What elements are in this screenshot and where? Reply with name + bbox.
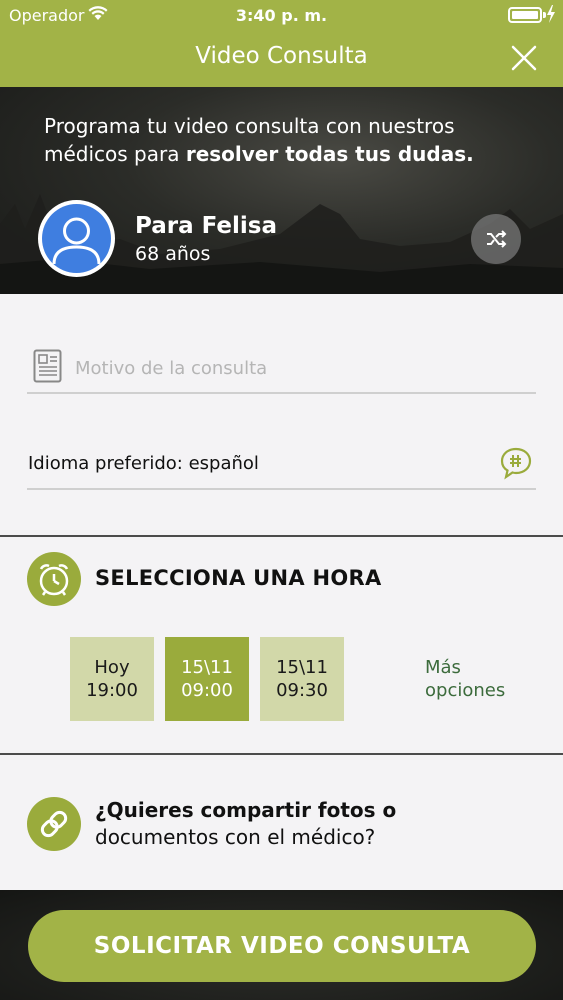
share-documents-section[interactable]: ¿Quieres compartir fotos o documentos co…: [0, 755, 563, 890]
time-slot-3[interactable]: 15\11 09:30: [260, 637, 344, 721]
language-icon[interactable]: [499, 446, 533, 480]
time-slot-day: 15\11: [181, 657, 233, 678]
time-slot-day: 15\11: [276, 657, 328, 678]
share-question-bold: ¿Quieres compartir fotos o: [95, 798, 397, 822]
bottom-bar: SOLICITAR VIDEO CONSULTA: [0, 890, 563, 1000]
time-slot-2[interactable]: 15\11 09:00: [165, 637, 249, 721]
time-selection-section: SELECCIONA UNA HORA Hoy 19:00 15\11 09:0…: [0, 537, 563, 754]
preferred-language-label[interactable]: Idioma preferido: español: [28, 453, 259, 474]
hero-intro-text: Programa tu video consulta con nuestros …: [44, 112, 544, 168]
share-question-rest: documentos con el médico?: [95, 825, 376, 849]
select-time-heading: SELECCIONA UNA HORA: [95, 566, 382, 590]
page-title: Video Consulta: [195, 43, 368, 69]
top-bar: Operador 3:40 p. m. Video Consulta: [0, 0, 563, 87]
time-slot-hour: 19:00: [86, 680, 138, 701]
alarm-clock-icon: [27, 552, 81, 606]
close-button[interactable]: [508, 42, 540, 74]
consultation-form: Idioma preferido: español: [0, 294, 563, 536]
shuffle-icon: [487, 230, 507, 248]
more-options-link[interactable]: Más opciones: [425, 656, 505, 702]
link-icon[interactable]: [27, 797, 81, 851]
patient-name: Para Felisa: [135, 213, 277, 239]
user-avatar-icon: [52, 217, 101, 265]
time-slot-1[interactable]: Hoy 19:00: [70, 637, 154, 721]
status-bar: Operador 3:40 p. m.: [0, 0, 563, 30]
reason-input[interactable]: [75, 352, 535, 384]
avatar[interactable]: [38, 200, 115, 277]
charging-bolt-icon: [547, 5, 555, 23]
time-slot-hour: 09:30: [276, 680, 328, 701]
status-time: 3:40 p. m.: [235, 6, 328, 25]
close-icon: [511, 45, 537, 71]
time-slot-day: Hoy: [94, 657, 130, 678]
patient-age: 68 años: [135, 243, 211, 265]
language-underline: [27, 488, 536, 490]
switch-patient-button[interactable]: [471, 214, 521, 264]
more-options-line1: Más: [425, 657, 461, 678]
request-video-consult-button[interactable]: SOLICITAR VIDEO CONSULTA: [28, 910, 536, 982]
more-options-line2: opciones: [425, 680, 506, 701]
time-slot-hour: 09:00: [181, 680, 233, 701]
document-icon: [33, 349, 62, 383]
hero-banner: Programa tu video consulta con nuestros …: [0, 87, 563, 294]
reason-input-underline: [27, 392, 536, 394]
hero-intro-bold: resolver todas tus dudas.: [185, 142, 474, 166]
battery-icon: [508, 7, 546, 23]
